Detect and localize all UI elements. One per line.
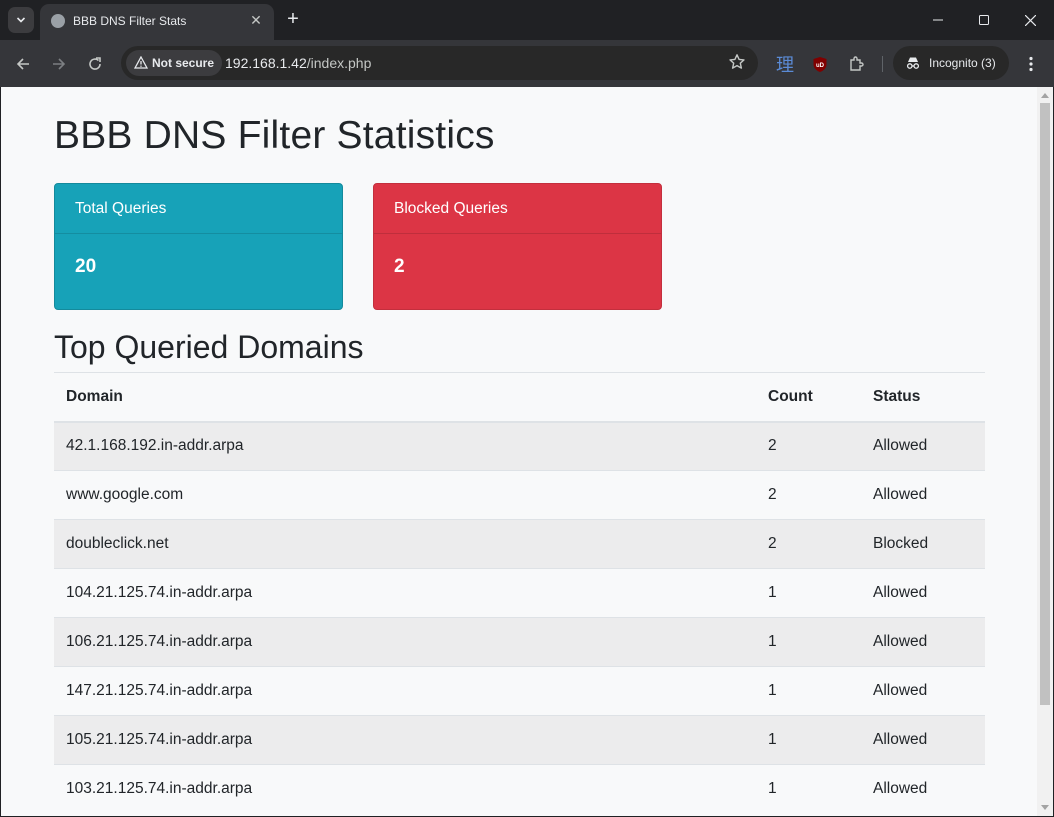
status-cell: Allowed: [861, 470, 985, 520]
browser-menu-button[interactable]: [1018, 51, 1044, 77]
status-cell: Allowed: [861, 568, 985, 618]
table-row: 106.21.125.74.in-addr.arpa 1 Allowed: [54, 617, 985, 667]
column-header-domain: Domain: [54, 372, 756, 423]
table-row: 105.21.125.74.in-addr.arpa 1 Allowed: [54, 715, 985, 765]
domain-cell: www.google.com: [54, 470, 756, 520]
table-row: 103.21.125.74.in-addr.arpa 1 Allowed: [54, 764, 985, 814]
status-cell: Allowed: [861, 617, 985, 667]
status-cell: Allowed: [861, 715, 985, 765]
svg-text:uD: uD: [816, 63, 825, 69]
page-title: BBB DNS Filter Statistics: [54, 114, 495, 157]
new-tab-button[interactable]: +: [282, 8, 304, 30]
scrollbar-thumb[interactable]: [1040, 103, 1050, 705]
domain-cell: 104.21.125.74.in-addr.arpa: [54, 568, 756, 618]
page-scrollbar[interactable]: [1037, 87, 1053, 816]
kebab-menu-icon: [1029, 56, 1033, 72]
security-chip[interactable]: Not secure: [126, 50, 223, 76]
warning-icon: [134, 56, 148, 69]
domain-cell: 147.21.125.74.in-addr.arpa: [54, 666, 756, 716]
domain-cell: 105.21.125.74.in-addr.arpa: [54, 715, 756, 765]
incognito-icon: [906, 57, 920, 69]
browser-tab-active[interactable]: BBB DNS Filter Stats ✕: [40, 4, 274, 40]
domain-cell: doubleclick.net: [54, 519, 756, 569]
forward-button[interactable]: [46, 51, 72, 77]
reload-button[interactable]: [82, 51, 108, 77]
scroll-down-arrow-icon[interactable]: [1041, 805, 1049, 810]
count-cell: 1: [756, 715, 861, 765]
arrow-left-icon: [16, 58, 29, 70]
tab-strip: BBB DNS Filter Stats ✕ +: [0, 0, 1054, 40]
count-cell: 1: [756, 666, 861, 716]
status-cell: Allowed: [861, 764, 985, 814]
table-row: 42.1.168.192.in-addr.arpa 2 Allowed: [54, 421, 985, 471]
tab-search-button[interactable]: [8, 7, 34, 33]
back-button[interactable]: [10, 51, 36, 77]
incognito-button[interactable]: Incognito (3): [893, 46, 1009, 80]
tab-title: BBB DNS Filter Stats: [73, 14, 187, 28]
translate-extension-icon[interactable]: 理: [772, 51, 798, 77]
table-header-row: Domain Count Status: [54, 372, 985, 423]
security-label: Not secure: [152, 56, 215, 70]
table-row: 147.21.125.74.in-addr.arpa 1 Allowed: [54, 666, 985, 716]
extensions-puzzle-icon[interactable]: [843, 51, 869, 77]
page-content: BBB DNS Filter Statistics Total Queries …: [1, 87, 1037, 816]
minimize-icon: [933, 19, 943, 21]
toolbar-divider: [882, 56, 883, 72]
count-cell: 2: [756, 519, 861, 569]
count-cell: 2: [756, 421, 861, 471]
reload-icon: [89, 57, 101, 70]
minimize-button[interactable]: [915, 0, 961, 40]
card-value: 2: [394, 256, 405, 277]
globe-icon: [51, 14, 65, 28]
card-header: Total Queries: [55, 184, 342, 234]
table-row: 104.21.125.74.in-addr.arpa 1 Allowed: [54, 568, 985, 618]
close-window-button[interactable]: [1007, 0, 1053, 40]
card-header: Blocked Queries: [374, 184, 661, 234]
card-value: 20: [75, 256, 97, 277]
table-row: www.google.com 2 Allowed: [54, 470, 985, 520]
address-bar[interactable]: Not secure 192.168.1.42/index.php: [121, 46, 758, 80]
domain-cell: 103.21.125.74.in-addr.arpa: [54, 764, 756, 814]
blocked-queries-card: Blocked Queries 2: [373, 183, 662, 310]
column-header-status: Status: [861, 372, 985, 423]
count-cell: 1: [756, 764, 861, 814]
close-icon: [1024, 14, 1036, 26]
url-host: 192.168.1.42: [225, 55, 307, 71]
count-cell: 1: [756, 568, 861, 618]
table-row: doubleclick.net 2 Blocked: [54, 519, 985, 569]
browser-toolbar: Not secure 192.168.1.42/index.php 理 uD I…: [0, 40, 1054, 87]
count-cell: 1: [756, 617, 861, 667]
section-title: Top Queried Domains: [54, 329, 364, 365]
maximize-button[interactable]: [961, 0, 1007, 40]
total-queries-card: Total Queries 20: [54, 183, 343, 310]
status-cell: Allowed: [861, 666, 985, 716]
domain-cell: 106.21.125.74.in-addr.arpa: [54, 617, 756, 667]
column-header-count: Count: [756, 372, 861, 423]
status-cell: Allowed: [861, 421, 985, 471]
maximize-icon: [979, 15, 989, 25]
url-text[interactable]: 192.168.1.42/index.php: [225, 55, 371, 71]
domain-cell: 42.1.168.192.in-addr.arpa: [54, 421, 756, 471]
bookmark-star-icon[interactable]: [728, 53, 746, 76]
status-cell: Blocked: [861, 519, 985, 569]
domains-table: Domain Count Status 42.1.168.192.in-addr…: [54, 372, 985, 814]
chevron-down-icon: [16, 17, 26, 23]
count-cell: 2: [756, 470, 861, 520]
url-path: /index.php: [306, 55, 372, 71]
scroll-up-arrow-icon[interactable]: [1041, 93, 1049, 98]
ublock-extension-icon[interactable]: uD: [807, 51, 833, 77]
incognito-label: Incognito (3): [929, 56, 996, 70]
arrow-right-icon: [53, 58, 66, 70]
close-tab-icon[interactable]: ✕: [248, 12, 264, 28]
